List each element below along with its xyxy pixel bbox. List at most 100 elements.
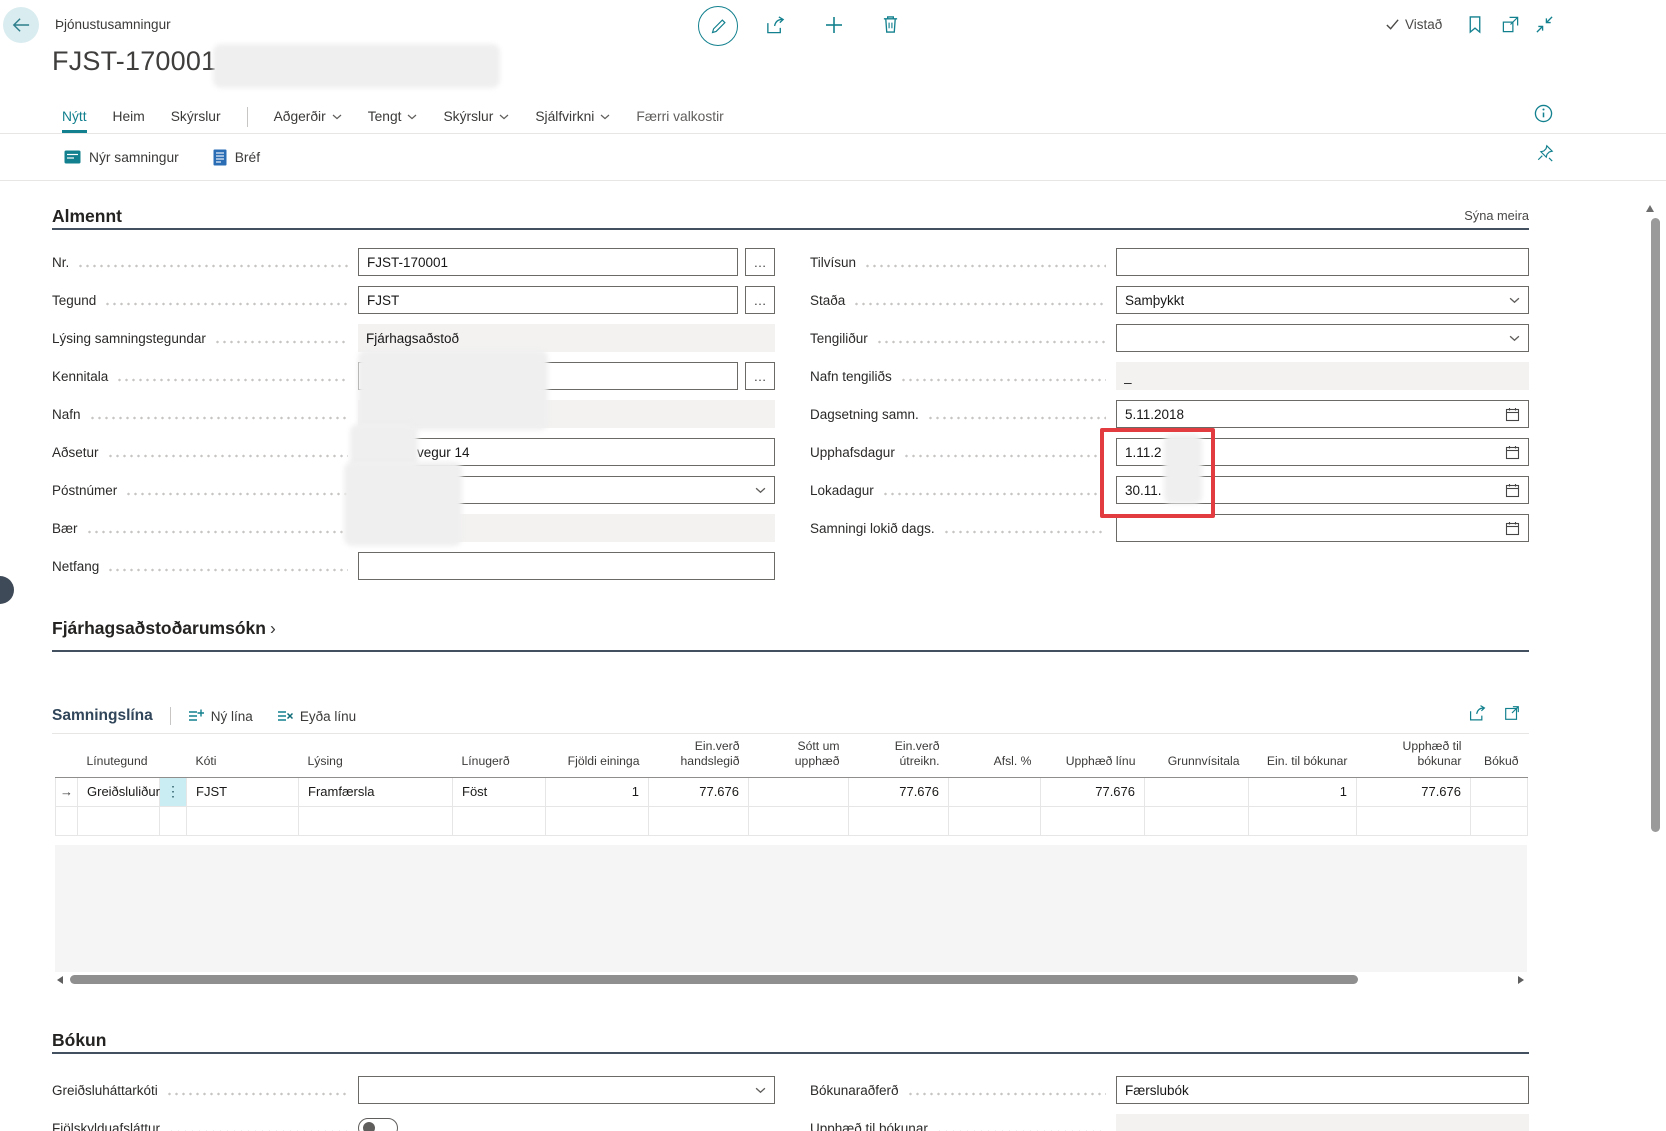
column-header[interactable]: Fjöldi eininga xyxy=(546,735,649,777)
column-header[interactable]: Kóti xyxy=(187,735,299,777)
calendar-icon[interactable] xyxy=(1505,483,1520,498)
menu-sjalfvirkni[interactable]: Sjálfvirkni xyxy=(535,100,610,133)
empty-cell[interactable] xyxy=(1471,806,1528,835)
menu-adgerdir[interactable]: Aðgerðir xyxy=(274,100,342,133)
side-panel-tab[interactable] xyxy=(0,576,14,604)
cell-lysing[interactable]: Framfærsla xyxy=(299,777,453,806)
calendar-icon[interactable] xyxy=(1505,407,1520,422)
netfang-input[interactable] xyxy=(358,552,775,580)
column-header[interactable]: Ein.verð handslegið xyxy=(649,735,749,777)
cell-upphaed-til-bokunar[interactable]: 77.676 xyxy=(1357,777,1471,806)
calendar-icon[interactable] xyxy=(1505,445,1520,460)
dagsetning-samn-input[interactable]: 5.11.2018 xyxy=(1116,400,1529,428)
horizontal-scrollbar[interactable] xyxy=(70,975,1358,984)
empty-cell[interactable] xyxy=(546,806,649,835)
part-expand-button[interactable] xyxy=(1503,704,1521,722)
cell-ein-til-bokunar[interactable]: 1 xyxy=(1249,777,1357,806)
calendar-icon[interactable] xyxy=(1505,521,1520,536)
table-row[interactable]: → Greiðsluliður ⋮ FJST Framfærsla Föst 1… xyxy=(56,777,1528,806)
scroll-up-arrow[interactable] xyxy=(1646,205,1654,212)
cell-linutegund[interactable]: Greiðsluliður xyxy=(78,777,160,806)
empty-cell[interactable] xyxy=(1041,806,1145,835)
stada-select[interactable]: Samþykkt xyxy=(1116,286,1529,314)
delete-button[interactable] xyxy=(882,15,899,34)
vertical-scrollbar[interactable] xyxy=(1651,218,1660,832)
delete-line-button[interactable]: Eyða línu xyxy=(277,708,356,724)
cell-sott-um-upphaed[interactable] xyxy=(749,777,849,806)
menu-tengt[interactable]: Tengt xyxy=(368,100,418,133)
lysing-samningstegundar-field[interactable]: Fjárhagsaðstoð xyxy=(358,324,775,352)
column-header[interactable]: Bókuð xyxy=(1471,735,1528,777)
unpin-button[interactable] xyxy=(1536,144,1554,162)
back-button[interactable] xyxy=(3,7,39,43)
info-button[interactable] xyxy=(1534,104,1553,123)
nr-assist-button[interactable]: … xyxy=(745,248,775,276)
tab-skyrslur[interactable]: Skýrslur xyxy=(171,100,221,133)
row-selector-cell[interactable]: → xyxy=(56,777,78,806)
empty-cell[interactable] xyxy=(1249,806,1357,835)
edit-button[interactable] xyxy=(698,6,738,46)
chevron-down-icon[interactable] xyxy=(755,487,766,494)
tengilidur-select[interactable] xyxy=(1116,324,1529,352)
bokunaradferd-input[interactable]: Færslubók xyxy=(1116,1076,1529,1104)
cell-linugerd[interactable]: Föst xyxy=(453,777,546,806)
samningi-lokid-input[interactable] xyxy=(1116,514,1529,542)
nafn-tengilids-field[interactable]: _ xyxy=(1116,362,1529,390)
chevron-down-icon[interactable] xyxy=(1509,335,1520,342)
column-header[interactable]: Ein. til bókunar xyxy=(1249,735,1357,777)
empty-cell[interactable] xyxy=(649,806,749,835)
row-selector-cell[interactable] xyxy=(56,806,78,835)
nr-input[interactable]: FJST-170001 xyxy=(358,248,738,276)
new-line-button[interactable]: Ný lína xyxy=(188,708,253,724)
empty-cell[interactable] xyxy=(78,806,160,835)
cell-upphaed-linu[interactable]: 77.676 xyxy=(1041,777,1145,806)
cell-afsl[interactable] xyxy=(949,777,1041,806)
cell-einverd-handslegid[interactable]: 77.676 xyxy=(649,777,749,806)
add-button[interactable] xyxy=(824,15,844,35)
column-header[interactable]: Upphæð línu xyxy=(1041,735,1145,777)
tab-heim[interactable]: Heim xyxy=(113,100,145,133)
cell-grunnvisitala[interactable] xyxy=(1145,777,1249,806)
part-share-button[interactable] xyxy=(1468,704,1487,722)
empty-cell[interactable] xyxy=(1145,806,1249,835)
empty-cell[interactable] xyxy=(187,806,299,835)
empty-cell[interactable] xyxy=(749,806,849,835)
empty-cell[interactable] xyxy=(299,806,453,835)
column-header[interactable]: Ein.verð útreikn. xyxy=(849,735,949,777)
fjolskylduafslattur-toggle[interactable] xyxy=(358,1118,398,1131)
row-options-button[interactable]: ⋮ xyxy=(160,777,187,806)
collapse-button[interactable] xyxy=(1535,15,1554,34)
scroll-left-arrow[interactable] xyxy=(57,976,63,984)
tegund-input[interactable]: FJST xyxy=(358,286,738,314)
column-header[interactable]: Lýsing xyxy=(299,735,453,777)
column-header[interactable]: Línugerð xyxy=(453,735,546,777)
empty-cell[interactable] xyxy=(453,806,546,835)
empty-cell[interactable] xyxy=(849,806,949,835)
empty-cell[interactable] xyxy=(949,806,1041,835)
new-contract-button[interactable]: Nýr samningur xyxy=(64,150,179,165)
chevron-down-icon[interactable] xyxy=(755,1087,766,1094)
cell-einverd-utreikn[interactable]: 77.676 xyxy=(849,777,949,806)
section-title-fjarhagsadstodarumsokn[interactable]: Fjárhagsaðstoðarumsókn› xyxy=(52,618,276,639)
letter-button[interactable]: Bréf xyxy=(213,149,260,166)
empty-cell[interactable] xyxy=(1357,806,1471,835)
scroll-right-arrow[interactable] xyxy=(1518,976,1524,984)
breadcrumb[interactable]: Þjónustusamningur xyxy=(55,17,171,32)
show-more-link[interactable]: Sýna meira xyxy=(1464,208,1529,223)
column-header[interactable]: Grunnvísitala xyxy=(1145,735,1249,777)
menu-skyrslur[interactable]: Skýrslur xyxy=(443,100,509,133)
kennitala-assist-button[interactable]: … xyxy=(745,362,775,390)
tilvisun-input[interactable] xyxy=(1116,248,1529,276)
cell-fjoldi-eininga[interactable]: 1 xyxy=(546,777,649,806)
table-row-empty[interactable] xyxy=(56,806,1528,835)
cell-bokud[interactable] xyxy=(1471,777,1528,806)
column-header[interactable]: Afsl. % xyxy=(949,735,1041,777)
tegund-assist-button[interactable]: … xyxy=(745,286,775,314)
cell-koti[interactable]: FJST xyxy=(187,777,299,806)
column-header[interactable]: Sótt um upphæð xyxy=(749,735,849,777)
tab-nytt[interactable]: Nýtt xyxy=(62,100,87,133)
upphaed-til-bokunar-field[interactable] xyxy=(1116,1114,1529,1131)
menu-faerri-valkostir[interactable]: Færri valkostir xyxy=(636,100,723,133)
empty-cell[interactable] xyxy=(160,806,187,835)
open-window-button[interactable] xyxy=(1501,15,1520,34)
